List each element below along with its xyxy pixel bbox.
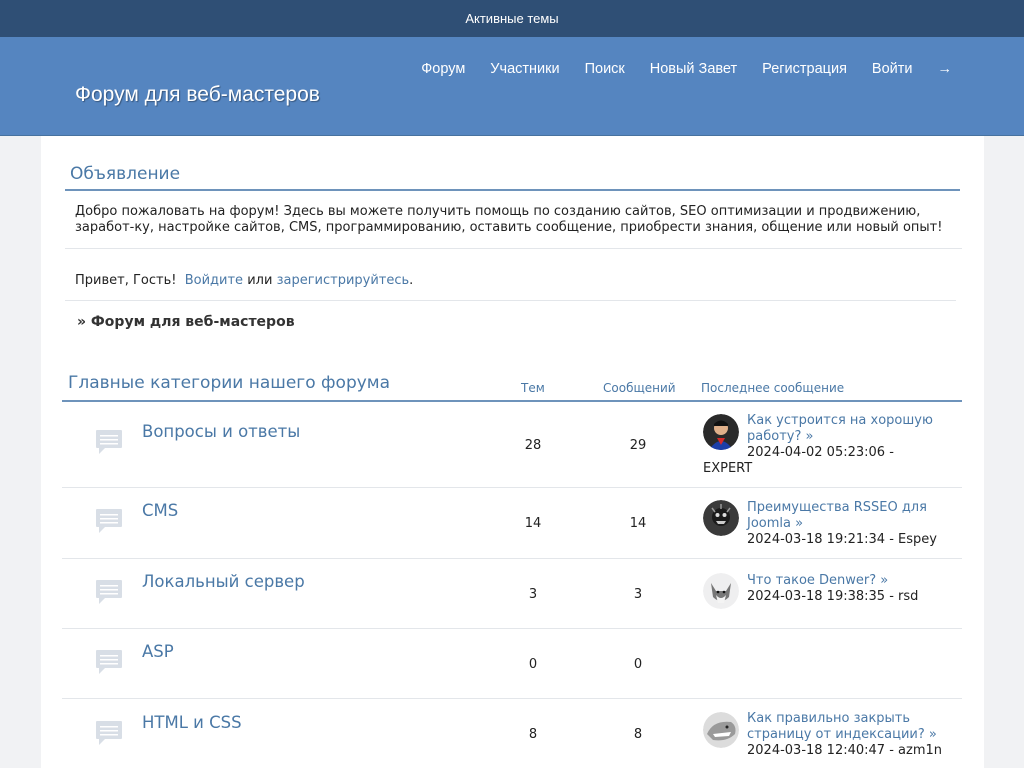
- login-link[interactable]: Войдите: [185, 273, 243, 288]
- user-avatar[interactable]: [703, 414, 739, 450]
- user-avatar[interactable]: [703, 500, 739, 536]
- nav-register[interactable]: Регистрация: [762, 61, 847, 77]
- nav-forum[interactable]: Форум: [421, 61, 465, 77]
- topics-count: 3: [528, 587, 538, 602]
- posts-count: 29: [629, 438, 647, 453]
- forum-row: CMS 14 14 Преимущества RSSEO для Joomla …: [62, 488, 962, 559]
- announcement-title: Объявление: [70, 164, 181, 184]
- site-title[interactable]: Форум для веб-мастеров: [75, 83, 320, 107]
- guest-greeting: Привет, Гость! Войдите или зарегистрируй…: [75, 273, 413, 288]
- site-header: Форум для веб-мастеров Форум Участники П…: [0, 37, 1024, 136]
- forum-chat-icon: [96, 650, 122, 674]
- greeting-text: Привет, Гость!: [75, 273, 177, 288]
- column-header-posts: Сообщений: [603, 381, 676, 395]
- last-post-date: 2024-03-18 12:40:47 - azm1n: [747, 743, 942, 758]
- topics-count: 14: [524, 516, 542, 531]
- forum-title-link[interactable]: ASP: [142, 642, 174, 661]
- posts-count: 14: [629, 516, 647, 531]
- last-post-link[interactable]: Как устроится на хорошую работу? »: [747, 413, 947, 445]
- forum-title-link[interactable]: CMS: [142, 501, 178, 520]
- posts-count: 3: [633, 587, 643, 602]
- nav-members[interactable]: Участники: [490, 61, 559, 77]
- last-post-link[interactable]: Что такое Denwer? »: [747, 573, 947, 589]
- active-topics-link[interactable]: Активные темы: [465, 11, 558, 26]
- last-post-link[interactable]: Как правильно закрыть страницу от индекс…: [747, 711, 947, 743]
- last-post-link[interactable]: Преимущества RSSEO для Joomla »: [747, 500, 947, 532]
- last-post-date: 2024-04-02 05:23:06 -: [747, 445, 894, 460]
- announcement-text: Добро пожаловать на форум! Здесь вы може…: [75, 204, 943, 235]
- nav-new-testament[interactable]: Новый Завет: [650, 61, 737, 77]
- forum-row: ASP 0 0: [62, 629, 962, 699]
- topics-count: 8: [528, 727, 538, 742]
- forum-title-link[interactable]: HTML и CSS: [142, 713, 242, 732]
- last-post-author[interactable]: EXPERT: [703, 461, 752, 477]
- forum-chat-icon: [96, 721, 122, 745]
- divider: [65, 248, 962, 249]
- column-header-last-post: Последнее сообщение: [701, 381, 845, 395]
- forum-chat-icon: [96, 580, 122, 604]
- forum-row: Локальный сервер 3 3 Что такое Denwer? »…: [62, 559, 962, 629]
- nav-login[interactable]: Войти: [872, 61, 913, 77]
- nav-search[interactable]: Поиск: [585, 61, 625, 77]
- greeting-suffix: .: [409, 273, 414, 288]
- main-content: Объявление Добро пожаловать на форум! Зд…: [41, 136, 984, 768]
- user-avatar[interactable]: [703, 712, 739, 748]
- register-link[interactable]: зарегистрируйтесь: [277, 273, 410, 288]
- topics-count: 28: [524, 438, 542, 453]
- forum-row: Вопросы и ответы 28 29 Как устроится на …: [62, 402, 962, 488]
- posts-count: 8: [633, 727, 643, 742]
- forum-chat-icon: [96, 509, 122, 533]
- forum-chat-icon: [96, 430, 122, 454]
- main-nav: Форум Участники Поиск Новый Завет Регист…: [396, 61, 952, 77]
- last-post-date: 2024-03-18 19:38:35 - rsd: [747, 589, 919, 604]
- forum-title-link[interactable]: Вопросы и ответы: [142, 422, 300, 441]
- topics-count: 0: [528, 657, 538, 672]
- topbar: Активные темы: [0, 0, 1024, 37]
- column-header-topics: Тем: [521, 381, 545, 395]
- announcement-divider: [65, 189, 960, 191]
- greeting-or: или: [247, 273, 273, 288]
- forum-title-link[interactable]: Локальный сервер: [142, 572, 305, 591]
- categories-title: Главные категории нашего форума: [68, 373, 391, 393]
- divider: [65, 300, 956, 301]
- nav-login-arrow-icon[interactable]: →: [938, 61, 953, 77]
- last-post-date: 2024-03-18 19:21:34 - Espey: [747, 532, 937, 547]
- user-avatar[interactable]: [703, 573, 739, 609]
- breadcrumb[interactable]: » Форум для веб-мастеров: [77, 314, 295, 330]
- posts-count: 0: [633, 657, 643, 672]
- forum-row: HTML и CSS 8 8 Как правильно закрыть стр…: [62, 699, 962, 768]
